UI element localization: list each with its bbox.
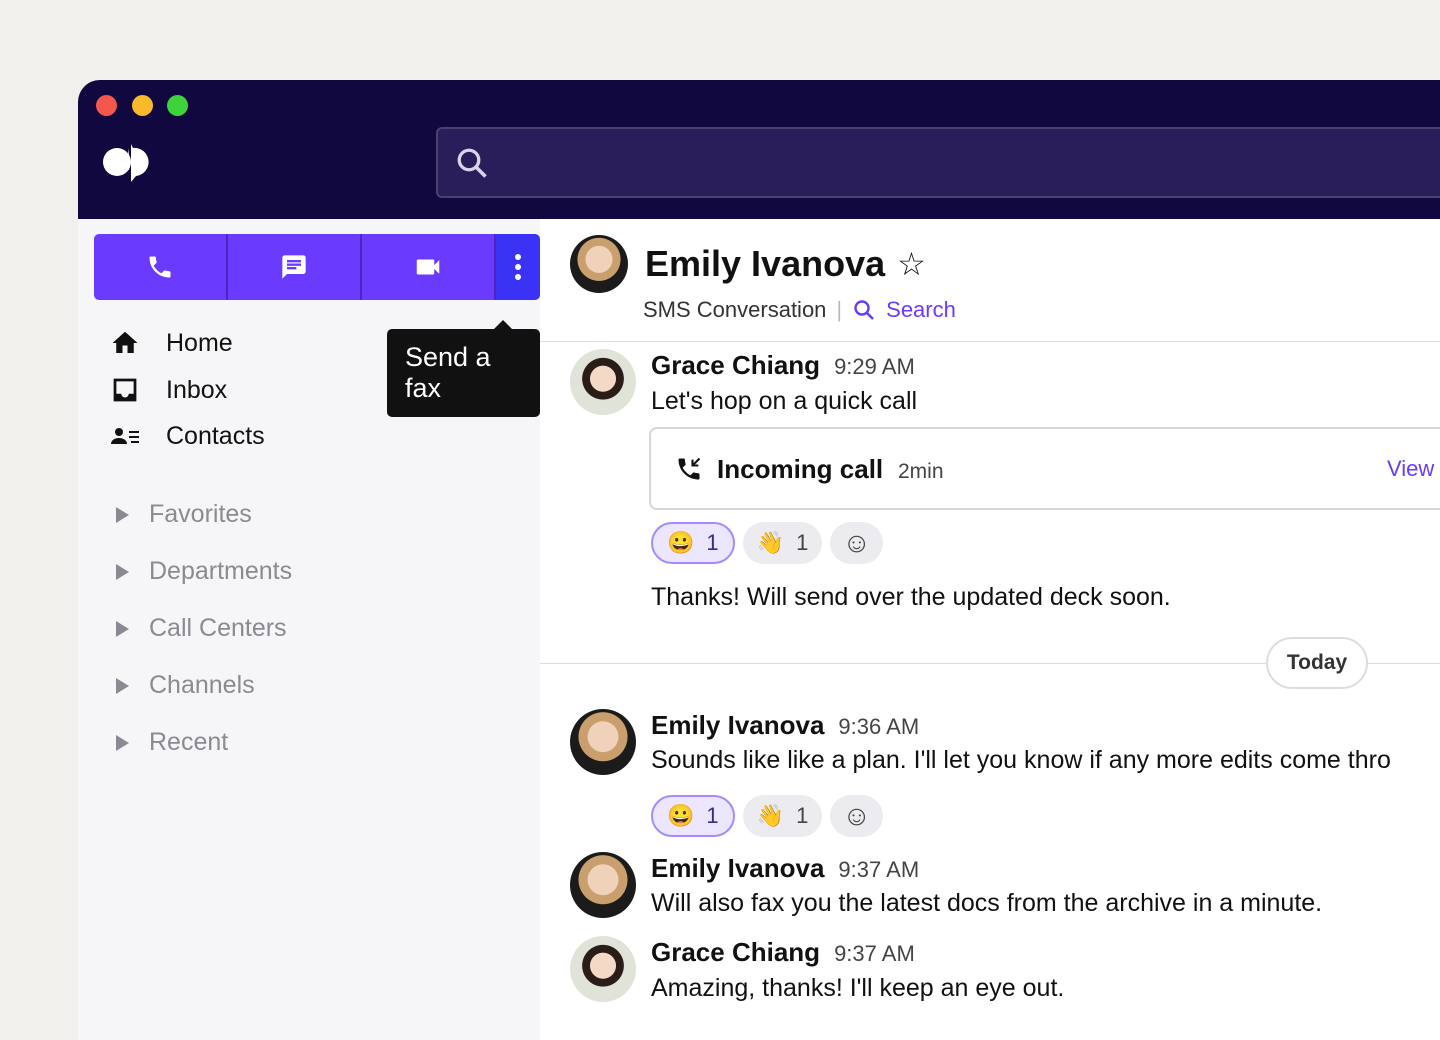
- reaction-count: 1: [706, 530, 719, 555]
- conversation-pane: Emily Ivanova ☆ SMS Conversation | Searc…: [540, 219, 1440, 1040]
- smiley-icon: ☺: [842, 800, 871, 831]
- video-icon: [416, 259, 440, 275]
- group-call-centers[interactable]: Call Centers: [116, 614, 287, 643]
- conversation-type: SMS Conversation: [643, 297, 827, 322]
- nav-home[interactable]: Home: [110, 328, 233, 358]
- home-icon: [112, 331, 138, 353]
- search-icon: [854, 300, 875, 320]
- contacts-icon: [111, 428, 139, 444]
- contact-name: Emily Ivanova: [645, 243, 886, 284]
- message-header: Grace Chiang 9:29 AM: [651, 350, 915, 381]
- reaction-wave[interactable]: 👋 1: [742, 522, 823, 564]
- message-icon: [282, 255, 306, 279]
- expand-icon: [116, 677, 129, 694]
- message-header: Grace Chiang 9:37 AM: [651, 937, 915, 968]
- sender-name: Emily Ivanova: [651, 853, 825, 883]
- call-card: Incoming call 2min View: [649, 427, 1440, 510]
- grin-emoji-icon: 😀: [667, 530, 695, 555]
- expand-icon: [116, 734, 129, 751]
- group-favorites[interactable]: Favorites: [116, 500, 252, 529]
- maximize-window-button[interactable]: [167, 95, 188, 116]
- header: [78, 80, 1440, 219]
- timestamp: 9:36 AM: [838, 714, 920, 739]
- reactions: 😀 1 👋 1 ☺: [651, 522, 883, 564]
- nav-label: Inbox: [166, 375, 228, 404]
- message-text: Thanks! Will send over the updated deck …: [651, 583, 1171, 611]
- sender-name: Grace Chiang: [651, 350, 821, 380]
- nav-label: Home: [166, 328, 233, 357]
- inbox-icon: [113, 378, 137, 402]
- expand-icon: [116, 563, 129, 580]
- group-recent[interactable]: Recent: [116, 728, 228, 757]
- avatar[interactable]: [570, 349, 636, 415]
- group-label: Call Centers: [149, 614, 287, 642]
- close-window-button[interactable]: [96, 95, 117, 116]
- avatar[interactable]: [570, 709, 636, 775]
- nav-contacts[interactable]: Contacts: [110, 421, 265, 451]
- nav-label: Contacts: [166, 421, 265, 450]
- group-departments[interactable]: Departments: [116, 557, 292, 586]
- timestamp: 9:37 AM: [834, 941, 915, 966]
- reaction-count: 1: [796, 803, 809, 828]
- message-text: Will also fax you the latest docs from t…: [651, 889, 1323, 917]
- grin-emoji-icon: 😀: [667, 803, 695, 828]
- group-label: Favorites: [149, 500, 252, 528]
- search-input[interactable]: [436, 127, 1440, 198]
- group-label: Channels: [149, 671, 255, 699]
- timestamp: 9:37 AM: [838, 857, 920, 882]
- more-actions-button[interactable]: [496, 234, 540, 300]
- add-reaction-button[interactable]: ☺: [830, 795, 883, 837]
- group-channels[interactable]: Channels: [116, 671, 255, 700]
- expand-icon: [116, 620, 129, 637]
- app-window: Home Inbox Contacts Favorites Department…: [78, 80, 1440, 1040]
- avatar[interactable]: [570, 936, 636, 1002]
- tooltip: Send a fax: [387, 320, 540, 417]
- search-icon: [457, 148, 487, 178]
- reaction-count: 1: [796, 530, 809, 555]
- group-label: Recent: [149, 728, 229, 756]
- reaction-grin[interactable]: 😀 1: [651, 795, 735, 837]
- message-button[interactable]: [228, 234, 362, 300]
- more-vertical-icon: [515, 254, 521, 280]
- divider: [540, 341, 1440, 342]
- call-button[interactable]: [94, 234, 228, 300]
- avatar[interactable]: [570, 235, 628, 293]
- incoming-call-icon: [678, 457, 701, 480]
- message-header: Emily Ivanova 9:37 AM: [651, 853, 919, 884]
- timestamp: 9:29 AM: [834, 354, 915, 379]
- search-conversation-link[interactable]: Search: [886, 297, 956, 323]
- reaction-grin[interactable]: 😀 1: [651, 522, 735, 564]
- message-text: Sounds like like a plan. I'll let you kn…: [651, 746, 1391, 774]
- minimize-window-button[interactable]: [132, 95, 153, 116]
- date-divider: Today: [1266, 637, 1368, 689]
- add-reaction-button[interactable]: ☺: [830, 522, 883, 564]
- sender-name: Grace Chiang: [651, 937, 821, 967]
- dialpad-logo: [103, 144, 149, 182]
- video-button[interactable]: [362, 234, 496, 300]
- nav-inbox[interactable]: Inbox: [110, 375, 227, 405]
- reaction-count: 1: [706, 803, 719, 828]
- message-header: Emily Ivanova 9:36 AM: [651, 710, 919, 741]
- wave-emoji-icon: 👋: [756, 530, 785, 555]
- phone-icon: [149, 256, 171, 278]
- expand-icon: [116, 506, 129, 523]
- call-label: Incoming call: [717, 454, 884, 484]
- reaction-wave[interactable]: 👋 1: [742, 795, 823, 837]
- action-bar: [94, 234, 540, 300]
- call-duration: 2min: [898, 460, 944, 483]
- sender-name: Emily Ivanova: [651, 710, 825, 740]
- sidebar: Home Inbox Contacts Favorites Department…: [78, 219, 540, 1040]
- avatar[interactable]: [570, 852, 636, 918]
- smiley-icon: ☺: [842, 527, 871, 558]
- reactions: 😀 1 👋 1 ☺: [651, 795, 883, 837]
- message-text: Let's hop on a quick call: [651, 387, 918, 415]
- group-label: Departments: [149, 557, 293, 585]
- message-text: Amazing, thanks! I'll keep an eye out.: [651, 974, 1065, 1002]
- star-icon[interactable]: ☆: [897, 245, 926, 283]
- view-call-link[interactable]: View: [1387, 456, 1434, 482]
- wave-emoji-icon: 👋: [756, 803, 785, 828]
- separator: |: [836, 297, 843, 322]
